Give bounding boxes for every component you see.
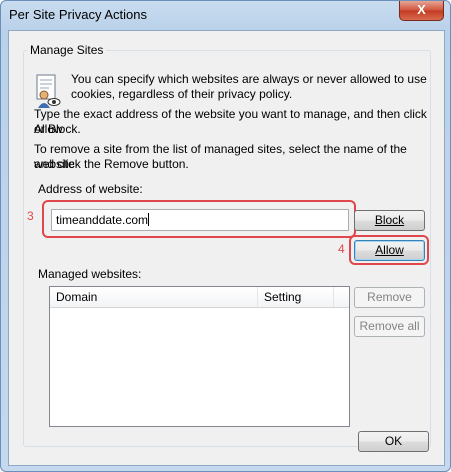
column-header-setting[interactable]: Setting [264, 290, 301, 304]
instruction-add-line-2: or Block. [34, 122, 81, 136]
list-header: Domain Setting [50, 287, 349, 308]
privacy-shield-document-icon [36, 74, 61, 108]
column-header-domain[interactable]: Domain [56, 290, 97, 304]
managed-websites-list[interactable]: Domain Setting [49, 286, 350, 427]
close-icon: X [417, 2, 426, 17]
address-input-value: timeanddate.com [56, 213, 149, 227]
remove-button[interactable]: Remove [354, 287, 425, 308]
annotation-number-3: 3 [27, 209, 34, 223]
intro-text-line-1: You can specify which websites are alway… [71, 72, 427, 86]
address-label: Address of website: [38, 182, 143, 196]
close-button[interactable]: X [399, 1, 444, 21]
dialog-window: Per Site Privacy Actions X Manage Sites … [0, 0, 451, 472]
block-button[interactable]: Block [354, 210, 425, 231]
instruction-add-line-1: Type the exact address of the website yo… [34, 107, 427, 136]
address-input[interactable]: timeanddate.com [51, 209, 349, 231]
annotation-number-4: 4 [338, 242, 345, 256]
dialog-client-area: Manage Sites You can specify which websi… [8, 30, 445, 466]
remove-all-button-label: Remove all [359, 319, 420, 333]
manage-sites-group: Manage Sites You can specify which websi… [23, 43, 431, 447]
ok-button[interactable]: OK [358, 431, 429, 452]
block-button-label: Block [374, 213, 405, 227]
remove-button-label: Remove [367, 290, 412, 304]
column-separator[interactable] [257, 287, 258, 307]
window-title: Per Site Privacy Actions [9, 7, 147, 22]
allow-button-label: Allow [375, 243, 404, 257]
remove-all-button[interactable]: Remove all [354, 316, 425, 337]
allow-button[interactable]: Allow [354, 240, 425, 261]
managed-websites-label: Managed websites: [38, 267, 142, 281]
ok-button-label: OK [384, 434, 403, 448]
instruction-remove-line-2: and click the Remove button. [34, 157, 189, 171]
column-separator[interactable] [333, 287, 334, 307]
group-legend: Manage Sites [27, 43, 107, 57]
intro-text-line-2: cookies, regardless of their privacy pol… [71, 87, 293, 101]
title-bar[interactable]: Per Site Privacy Actions X [1, 1, 450, 29]
